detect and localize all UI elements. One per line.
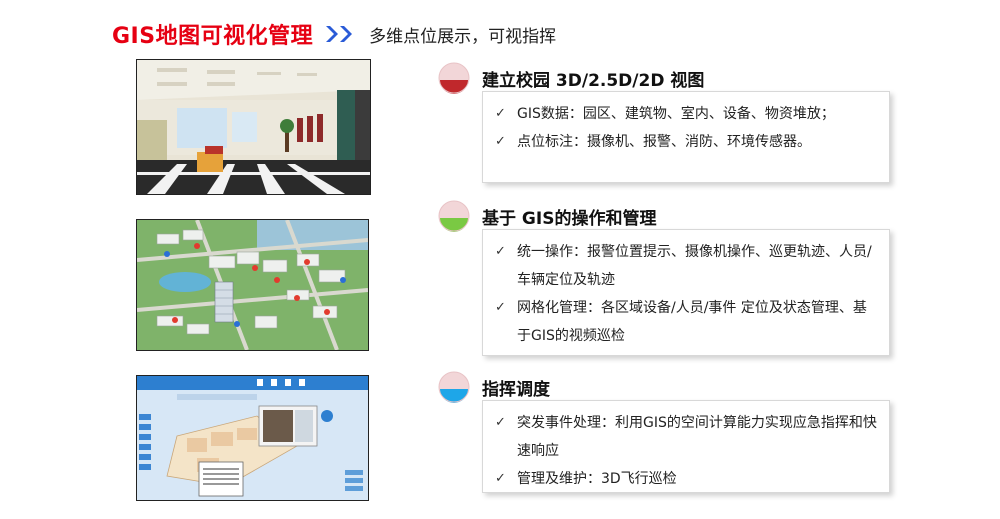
list-item: ✓ 突发事件处理：利用GIS的空间计算能力实现应急指挥和快速响应 — [495, 409, 879, 465]
section-3d-views-card: ✓ GIS数据：园区、建筑物、室内、设备、物资堆放； ✓ 点位标注：摄像机、报警… — [482, 91, 890, 183]
page-subtitle: 多维点位展示，可视指挥 — [369, 26, 557, 47]
section-gis-ops-header: 基于 GIS的操作和管理 — [438, 200, 656, 232]
list-item: ✓ GIS数据：园区、建筑物、室内、设备、物资堆放； — [495, 100, 879, 128]
25d-campus-map-image — [136, 219, 369, 351]
list-item: ✓ 点位标注：摄像机、报警、消防、环境传感器。 — [495, 128, 879, 156]
2d-dispatch-screen-image — [136, 375, 369, 501]
section-3d-views-header: 建立校园 3D/2.5D/2D 视图 — [438, 62, 704, 94]
section-gis-ops-card: ✓ 统一操作：报警位置提示、摄像机操作、巡更轨迹、人员/车辆定位及轨迹 ✓ 网格… — [482, 229, 890, 356]
check-icon: ✓ — [495, 415, 506, 430]
double-chevron-icon — [323, 24, 361, 44]
3d-indoor-hall-image — [136, 59, 371, 195]
check-icon: ✓ — [495, 106, 506, 121]
section-title: 指挥调度 — [482, 379, 550, 400]
green-semicircle-icon — [438, 200, 470, 232]
section-title: 建立校园 3D/2.5D/2D 视图 — [482, 70, 705, 91]
list-item: ✓ 管理及维护：3D飞行巡检 — [495, 465, 879, 493]
red-semicircle-icon — [438, 62, 470, 94]
section-dispatch-header: 指挥调度 — [438, 371, 550, 403]
section-dispatch-card: ✓ 突发事件处理：利用GIS的空间计算能力实现应急指挥和快速响应 ✓ 管理及维护… — [482, 400, 890, 493]
check-icon: ✓ — [495, 471, 506, 486]
page-title: GIS地图可视化管理 — [112, 24, 314, 49]
list-item: ✓ 网格化管理：各区域设备/人员/事件 定位及状态管理、基于GIS的视频巡检 — [495, 294, 879, 350]
section-title: 基于 GIS的操作和管理 — [482, 208, 657, 229]
page-header: GIS地图可视化管理 多维点位展示，可视指挥 — [112, 18, 556, 50]
check-icon: ✓ — [495, 134, 506, 149]
check-icon: ✓ — [495, 300, 506, 315]
check-icon: ✓ — [495, 244, 506, 259]
blue-semicircle-icon — [438, 371, 470, 403]
list-item: ✓ 统一操作：报警位置提示、摄像机操作、巡更轨迹、人员/车辆定位及轨迹 — [495, 238, 879, 294]
